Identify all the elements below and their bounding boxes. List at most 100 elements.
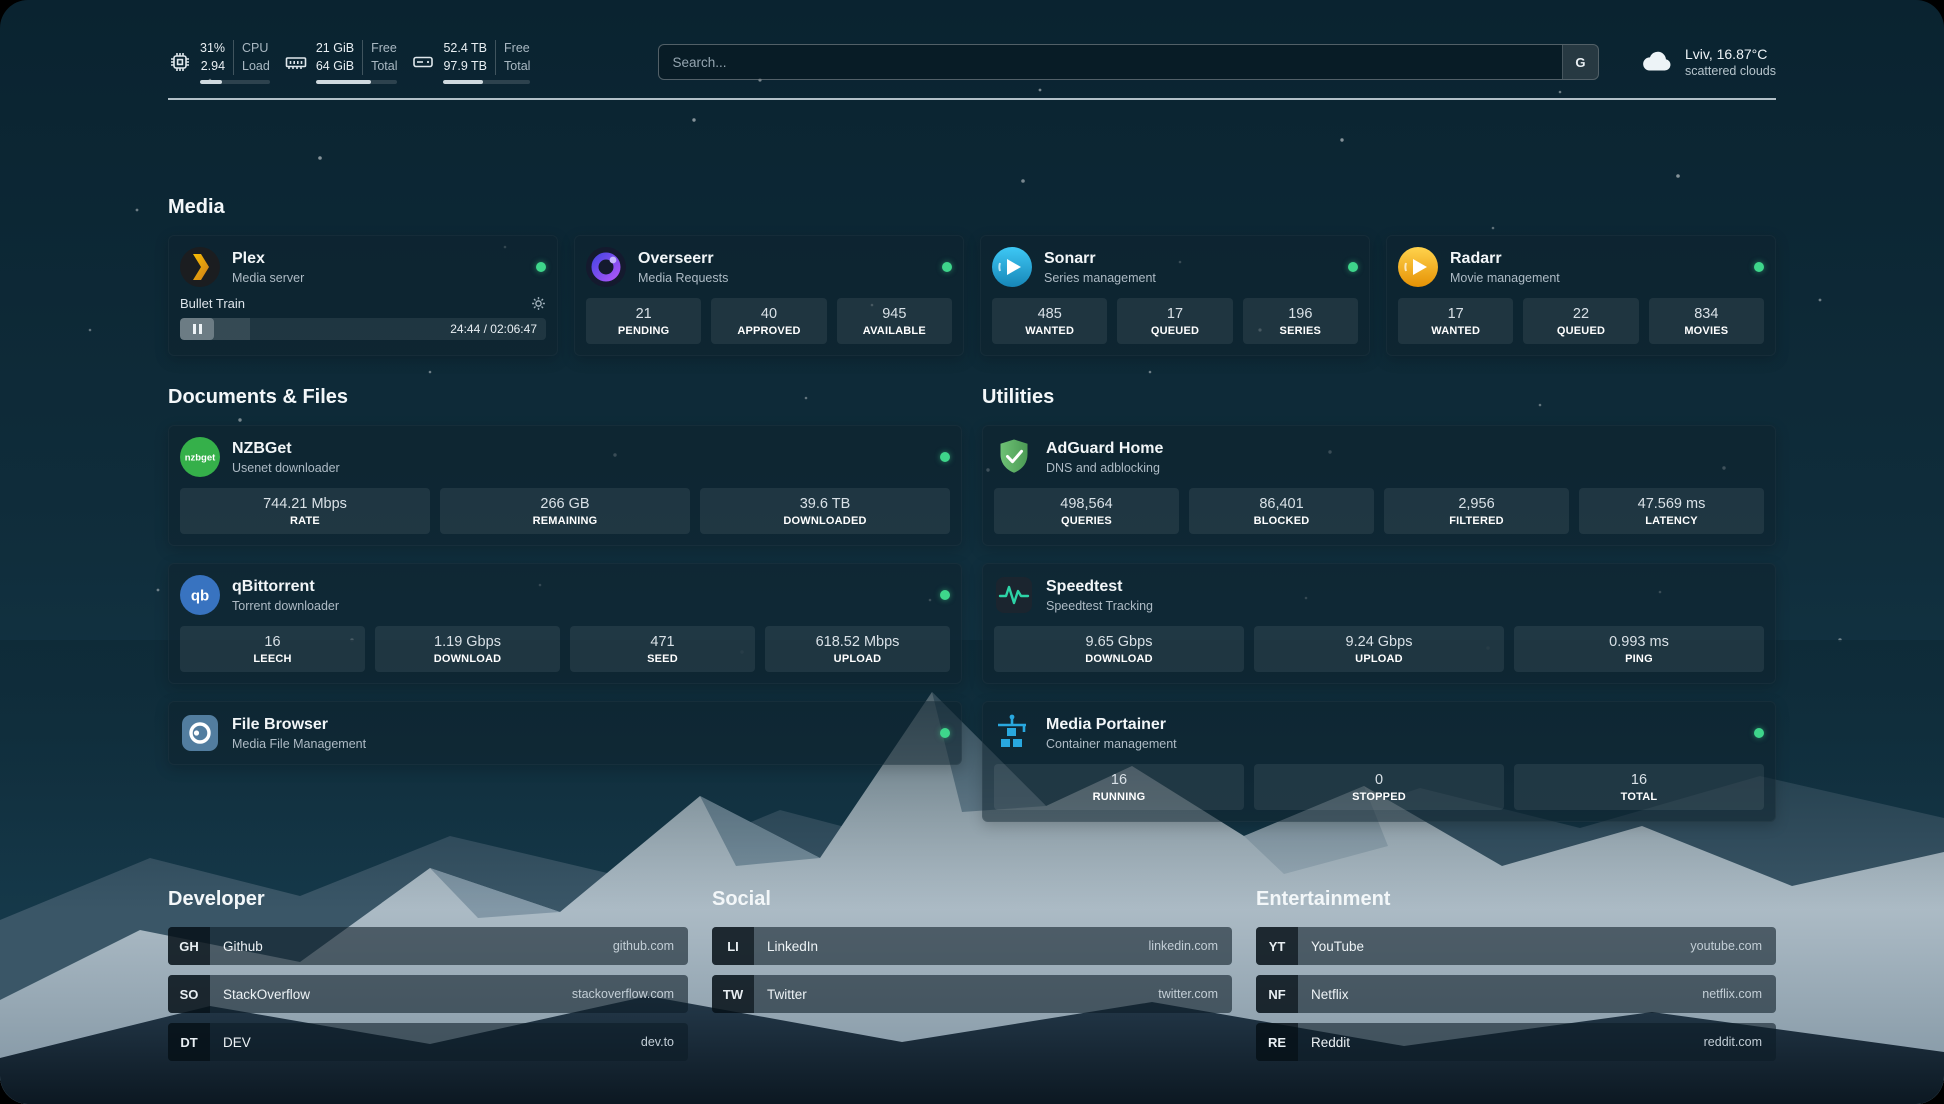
- service-card-plex[interactable]: Plex Media server Bullet Train: [168, 235, 558, 356]
- status-dot: [536, 262, 546, 272]
- svg-text:qb: qb: [191, 588, 209, 605]
- service-subtitle: Media Requests: [638, 271, 728, 285]
- bookmark-stackoverflow[interactable]: SO StackOverflow stackoverflow.com: [168, 975, 688, 1013]
- status-dot: [940, 452, 950, 462]
- plex-now-playing: Bullet Train 24:44 / 02:06:47: [180, 296, 546, 340]
- service-card-adguard[interactable]: AdGuard Home DNS and adblocking 498,564 …: [982, 425, 1776, 546]
- status-dot: [1754, 262, 1764, 272]
- service-title: Overseerr: [638, 250, 728, 268]
- section-title-utilities: Utilities: [982, 386, 1776, 409]
- stat-label: DOWNLOAD: [379, 653, 556, 665]
- seek-bar[interactable]: 24:44 / 02:06:47: [180, 318, 546, 340]
- section-title-entertainment: Entertainment: [1256, 888, 1776, 911]
- cpu-widget: 31% 2.94 CPU Load: [168, 40, 270, 84]
- stat-label: BLOCKED: [1193, 515, 1370, 527]
- stat-box: 40 APPROVED: [711, 298, 826, 344]
- bookmark-url: linkedin.com: [1149, 939, 1218, 953]
- bookmark-reddit[interactable]: RE Reddit reddit.com: [1256, 1023, 1776, 1061]
- bookmark-abbr: LI: [712, 927, 754, 965]
- stat-label: SEED: [574, 653, 751, 665]
- memory-widget: 21 GiB 64 GiB Free Total: [284, 40, 398, 84]
- stat-label: QUERIES: [998, 515, 1175, 527]
- portainer-icon: [994, 713, 1034, 753]
- pause-button[interactable]: [180, 318, 214, 340]
- stat-label: APPROVED: [715, 325, 822, 337]
- search-provider-button[interactable]: G: [1562, 45, 1598, 79]
- utilities-column: Utilities: [982, 386, 1776, 822]
- dashboard-frame: 31% 2.94 CPU Load: [0, 0, 1944, 1104]
- stat-label: RATE: [184, 515, 426, 527]
- stat-label: REMAINING: [444, 515, 686, 527]
- stat-value: 618.52 Mbps: [769, 634, 946, 650]
- weather-location: Lviv, 16.87°C: [1685, 46, 1776, 62]
- stats-row: 485 WANTED 17 QUEUED 196 SERIES: [992, 298, 1358, 344]
- stat-box: 0.993 ms PING: [1514, 626, 1764, 672]
- sonarr-icon: [992, 247, 1032, 287]
- memory-total-label: Total: [371, 58, 397, 76]
- service-card-qbittorrent[interactable]: qb qBittorrent Torrent downloader: [168, 563, 962, 684]
- stat-value: 86,401: [1193, 496, 1370, 512]
- speedtest-icon: [994, 575, 1034, 615]
- stat-value: 498,564: [998, 496, 1175, 512]
- disk-free-value: 52.4 TB: [443, 40, 487, 58]
- stat-label: SERIES: [1247, 325, 1354, 337]
- service-card-portainer[interactable]: Media Portainer Container management 16 …: [982, 701, 1776, 822]
- stat-value: 21: [590, 306, 697, 322]
- disk-total-value: 97.9 TB: [443, 58, 487, 76]
- service-title: NZBGet: [232, 440, 340, 458]
- stats-row: 21 PENDING 40 APPROVED 945 AVAILABLE: [586, 298, 952, 344]
- service-card-nzbget[interactable]: nzbget NZBGet Usenet downloader 74: [168, 425, 962, 546]
- stat-box: 17 WANTED: [1398, 298, 1513, 344]
- bookmark-netflix[interactable]: NF Netflix netflix.com: [1256, 975, 1776, 1013]
- stat-value: 16: [184, 634, 361, 650]
- stat-label: QUEUED: [1527, 325, 1634, 337]
- header-divider: [168, 98, 1776, 100]
- weather-condition: scattered clouds: [1685, 64, 1776, 78]
- bookmark-name: Twitter: [767, 987, 807, 1002]
- bookmark-twitter[interactable]: TW Twitter twitter.com: [712, 975, 1232, 1013]
- service-subtitle: Speedtest Tracking: [1046, 599, 1153, 613]
- plex-icon: [180, 247, 220, 287]
- service-card-filebrowser[interactable]: File Browser Media File Management: [168, 701, 962, 765]
- stat-value: 17: [1402, 306, 1509, 322]
- status-dot: [940, 590, 950, 600]
- bookmark-dev[interactable]: DT DEV dev.to: [168, 1023, 688, 1061]
- service-title: Sonarr: [1044, 250, 1156, 268]
- bookmark-youtube[interactable]: YT YouTube youtube.com: [1256, 927, 1776, 965]
- stat-box: 196 SERIES: [1243, 298, 1358, 344]
- stat-label: TOTAL: [1518, 791, 1760, 803]
- media-cards-row: Plex Media server Bullet Train: [168, 235, 1776, 356]
- service-card-radarr[interactable]: Radarr Movie management 17 WANTED 22 QUE…: [1386, 235, 1776, 356]
- stat-box: 9.24 Gbps UPLOAD: [1254, 626, 1504, 672]
- stat-label: WANTED: [1402, 325, 1509, 337]
- gear-icon[interactable]: [531, 296, 546, 311]
- system-widgets: 31% 2.94 CPU Load: [168, 40, 530, 84]
- stats-row: 16 LEECH 1.19 Gbps DOWNLOAD 471 SEED: [180, 626, 950, 672]
- bookmark-abbr: GH: [168, 927, 210, 965]
- cpu-icon: [168, 50, 192, 74]
- service-card-sonarr[interactable]: Sonarr Series management 485 WANTED 17 Q…: [980, 235, 1370, 356]
- service-card-speedtest[interactable]: Speedtest Speedtest Tracking 9.65 Gbps D…: [982, 563, 1776, 684]
- bookmark-url: stackoverflow.com: [572, 987, 674, 1001]
- stat-value: 47.569 ms: [1583, 496, 1760, 512]
- stat-value: 22: [1527, 306, 1634, 322]
- memory-free-label: Free: [371, 40, 397, 58]
- stat-value: 0: [1258, 772, 1500, 788]
- stat-label: MOVIES: [1653, 325, 1760, 337]
- service-title: AdGuard Home: [1046, 440, 1163, 458]
- top-bar: 31% 2.94 CPU Load: [168, 36, 1776, 88]
- cloud-icon: [1639, 45, 1675, 80]
- bookmark-name: DEV: [223, 1035, 251, 1050]
- service-card-overseerr[interactable]: Overseerr Media Requests 21 PENDING 40 A…: [574, 235, 964, 356]
- bookmark-name: Netflix: [1311, 987, 1349, 1002]
- stat-label: DOWNLOAD: [998, 653, 1240, 665]
- adguard-icon: [994, 437, 1034, 477]
- bookmark-abbr: SO: [168, 975, 210, 1013]
- status-dot: [1348, 262, 1358, 272]
- status-dot: [942, 262, 952, 272]
- stat-box: 16 LEECH: [180, 626, 365, 672]
- bookmark-linkedin[interactable]: LI LinkedIn linkedin.com: [712, 927, 1232, 965]
- stat-value: 17: [1121, 306, 1228, 322]
- search-input[interactable]: [659, 45, 1562, 79]
- bookmark-github[interactable]: GH Github github.com: [168, 927, 688, 965]
